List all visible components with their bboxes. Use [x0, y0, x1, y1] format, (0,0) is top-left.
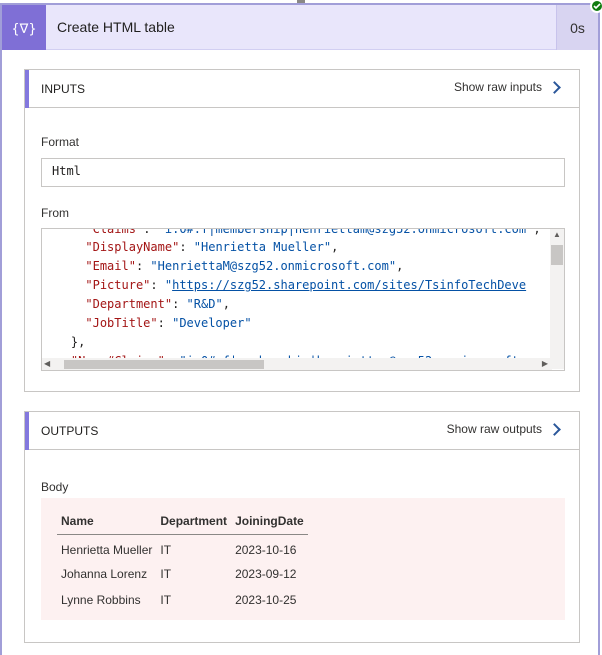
code-line: "JobTitle": "Developer" — [85, 316, 252, 330]
vertical-scroll-thumb[interactable] — [551, 245, 563, 265]
chevron-right-icon — [548, 422, 561, 436]
table-cell: IT — [160, 592, 172, 607]
scroll-right-arrow-icon[interactable]: ▶ — [542, 359, 548, 368]
picture-url-link[interactable]: https://szg52.sharepoint.com/sites/Tsinf… — [172, 278, 526, 292]
code-line: "Department": "R&D", — [85, 297, 230, 311]
action-header[interactable]: {∇} Create HTML table 0s — [2, 0, 602, 50]
duration-value: 0s — [570, 19, 585, 36]
inputs-section: INPUTS Show raw inputs Format Html From … — [24, 69, 580, 392]
show-raw-inputs-label: Show raw inputs — [453, 80, 542, 94]
variable-expression-icon: {∇} — [2, 5, 46, 50]
table-header-row: Name Department JoiningDate — [57, 508, 308, 535]
outputs-section: OUTPUTS Show raw outputs Body Name Depar… — [24, 411, 580, 643]
from-label: From — [41, 206, 69, 220]
column-header: JoiningDate — [231, 508, 308, 535]
table-cell: IT — [160, 566, 172, 581]
show-raw-outputs-link[interactable]: Show raw outputs — [447, 422, 563, 436]
column-header: Name — [57, 508, 157, 535]
table-row: Johanna Lorenz IT 2023-09-12 — [57, 561, 308, 587]
format-label: Format — [41, 135, 80, 149]
inputs-title: INPUTS — [41, 82, 86, 96]
outputs-title: OUTPUTS — [41, 424, 99, 438]
success-check-icon — [590, 0, 602, 13]
output-table: Name Department JoiningDate Henrietta Mu… — [57, 508, 308, 613]
from-code-editor[interactable]: "Claims": "i:0#.f|membership|henriettam@… — [41, 228, 565, 371]
duration-badge: 0s — [556, 0, 602, 50]
table-cell: 2023-10-25 — [235, 592, 297, 607]
scroll-up-arrow-icon[interactable]: ▲ — [553, 230, 561, 239]
table-cell: Henrietta Mueller — [61, 542, 153, 557]
expression-glyph: {∇} — [11, 22, 36, 37]
show-raw-outputs-label: Show raw outputs — [446, 422, 542, 436]
code-line: "Picture": "https://szg52.sharepoint.com… — [85, 278, 527, 292]
show-raw-inputs-link[interactable]: Show raw inputs — [454, 80, 563, 94]
table-cell: Johanna Lorenz — [61, 566, 148, 581]
horizontal-scroll-thumb[interactable] — [64, 360, 264, 369]
inputs-header: INPUTS Show raw inputs — [25, 70, 579, 108]
chevron-right-icon — [548, 80, 561, 94]
table-cell: 2023-10-16 — [235, 542, 297, 557]
inputs-accent-bar — [25, 70, 29, 108]
scroll-left-arrow-icon[interactable]: ◀ — [44, 359, 50, 368]
body-label: Body — [41, 480, 69, 494]
action-card: {∇} Create HTML table 0s INPUTS Show raw… — [0, 0, 602, 655]
outputs-header: OUTPUTS Show raw outputs — [25, 412, 579, 450]
table-row: Lynne Robbins IT 2023-10-25 — [57, 587, 308, 613]
vertical-scrollbar[interactable]: ▲ — [550, 229, 564, 369]
table-cell: 2023-09-12 — [235, 566, 297, 581]
code-line: }, — [42, 335, 86, 349]
outputs-accent-bar — [25, 412, 29, 450]
code-line: "DisplayName": "Henrietta Mueller", — [85, 240, 339, 254]
table-cell: Lynne Robbins — [61, 592, 141, 607]
column-header: Department — [156, 508, 232, 535]
table-cell: IT — [160, 542, 172, 557]
table-row: Henrietta Mueller IT 2023-10-16 — [57, 535, 308, 561]
body-output: Name Department JoiningDate Henrietta Mu… — [41, 498, 565, 620]
format-field[interactable]: Html — [41, 158, 565, 187]
horizontal-scrollbar[interactable]: ◀ ▶ — [42, 358, 552, 370]
action-title: Create HTML table — [57, 19, 175, 35]
code-line: "Email": "HenriettaM@szg52.onmicrosoft.c… — [85, 259, 404, 273]
